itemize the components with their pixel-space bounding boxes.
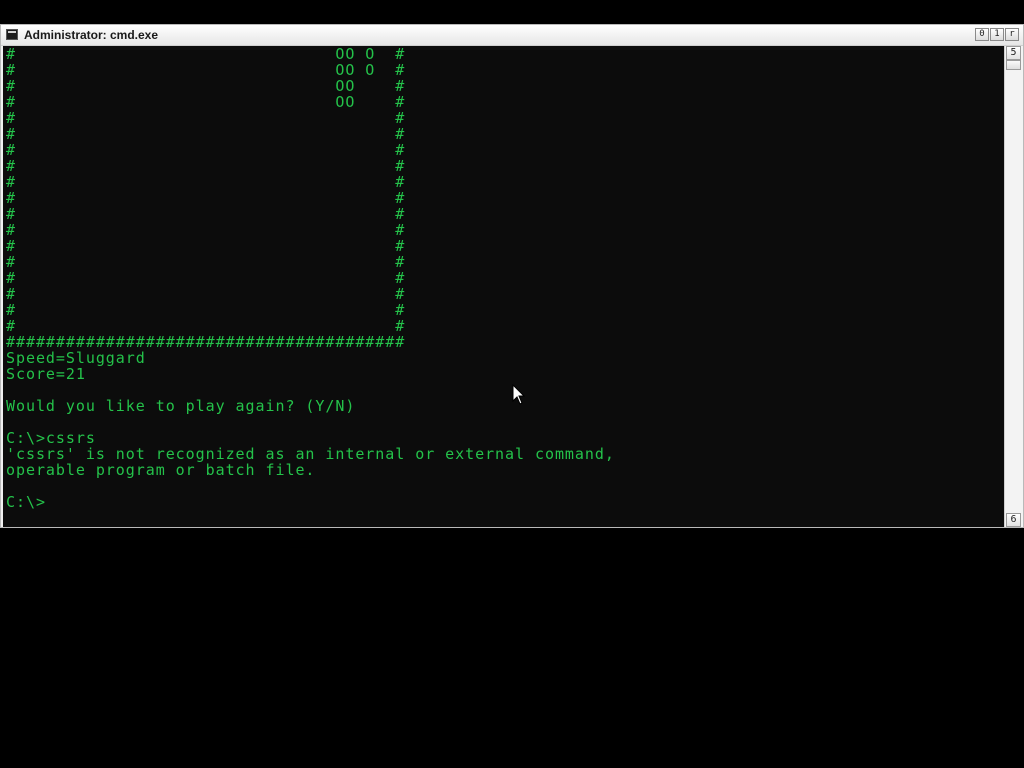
mouse-pointer-icon — [512, 384, 526, 405]
console-text: # OO O # # OO O # # OO # # OO # # # # # … — [6, 46, 615, 510]
scroll-down-button[interactable]: 6 — [1006, 513, 1021, 527]
console-line: Would you like to play again? (Y/N) — [6, 397, 356, 415]
window-title: Administrator: cmd.exe — [24, 28, 159, 42]
title-bar[interactable]: Administrator: cmd.exe 0 1 r — [1, 25, 1023, 46]
window-controls: 0 1 r — [975, 28, 1019, 41]
scroll-up-button[interactable]: 5 — [1006, 46, 1021, 60]
console-line: operable program or batch file. — [6, 461, 316, 479]
minimize-button[interactable]: 0 — [975, 28, 989, 41]
vertical-scrollbar[interactable]: 5 6 — [1004, 46, 1023, 527]
maximize-button[interactable]: 1 — [990, 28, 1004, 41]
close-button[interactable]: r — [1005, 28, 1019, 41]
scroll-thumb[interactable] — [1006, 60, 1021, 70]
console-icon[interactable] — [6, 29, 18, 40]
console-output-area[interactable]: # OO O # # OO O # # OO # # OO # # # # # … — [3, 46, 1004, 527]
console-line: C:\> — [6, 493, 46, 511]
console-line: Score=21 — [6, 365, 86, 383]
cmd-window: Administrator: cmd.exe 0 1 r # OO O # # … — [0, 24, 1024, 528]
